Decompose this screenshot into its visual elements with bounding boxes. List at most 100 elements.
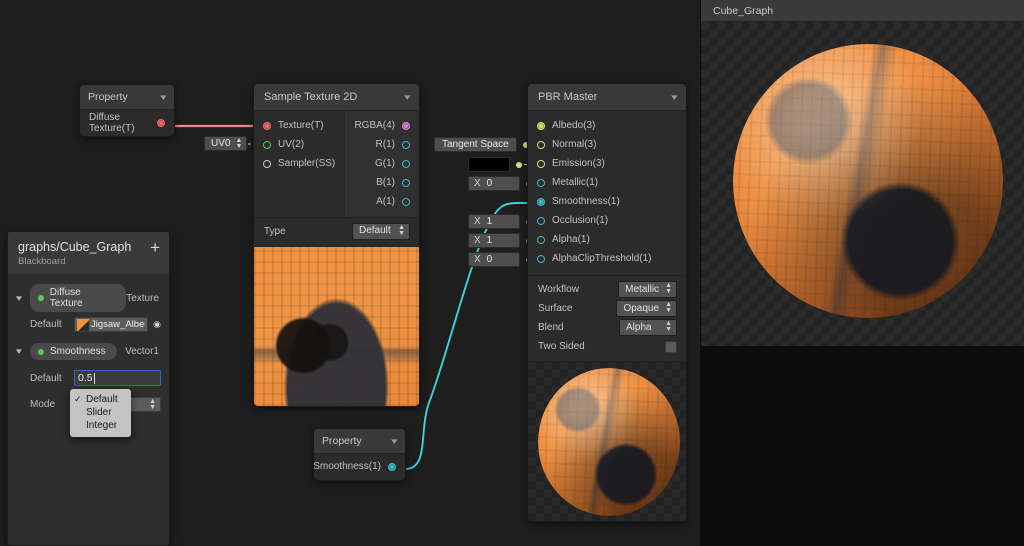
port-row-uv[interactable]: UV(2) [254,135,344,154]
graph-canvas[interactable]: Property ▾ Diffuse Texture(T) UV0 ▲▼ Sam… [0,0,700,546]
port-row-albedo[interactable]: Albedo(3) [528,116,686,135]
port-row-r[interactable]: R(1) [345,135,419,154]
port-dot-alphaclipthreshold[interactable] [537,255,545,263]
port-row-diffuse-texture[interactable]: Diffuse Texture(T) [80,113,174,132]
port-row-alpha[interactable]: Alpha(1) [528,230,686,249]
emission-color-swatch[interactable] [468,157,510,172]
node-header[interactable]: PBR Master ▾ [528,84,686,111]
port-row-metallic[interactable]: Metallic(1) [528,173,686,192]
port-dot-g[interactable] [402,160,410,168]
shader-graph-window: Property ▾ Diffuse Texture(T) UV0 ▲▼ Sam… [0,0,1024,546]
chevron-down-icon[interactable]: ▾ [16,346,32,357]
normal-space-widget[interactable]: Tangent Space [434,137,538,152]
chevron-down-icon[interactable]: ▾ [405,93,411,102]
blackboard-property-diffuse-texture[interactable]: ▾ Diffuse Texture Texture [8,282,169,314]
port-dot-smoothness[interactable] [537,198,545,206]
texture-object-field[interactable]: Jigsaw_Albed [74,317,148,332]
chevron-down-icon[interactable]: ▾ [16,293,32,304]
blackboard-title: graphs/Cube_Graph [18,240,159,254]
node-property-smoothness[interactable]: Property ▾ Smoothness(1) [313,428,406,481]
blackboard-field-diffuse-default[interactable]: Default Jigsaw_Albed ◉ [8,314,169,335]
port-row-normal[interactable]: Normal(3) [528,135,686,154]
port-dot-uv[interactable] [263,141,271,149]
menu-item-default[interactable]: ✓ Default [70,393,131,406]
port-dot-sampler[interactable] [263,160,271,168]
main-preview-panel[interactable]: Cube_Graph [701,0,1024,346]
port-row-b[interactable]: B(1) [345,173,419,192]
port-label: R(1) [376,139,395,150]
chevron-down-icon[interactable]: ▾ [161,93,167,102]
port-row-rgba[interactable]: RGBA(4) [345,116,419,135]
object-picker-icon[interactable]: ◉ [153,319,161,330]
port-label: A(1) [376,196,395,207]
setting-row-surface[interactable]: Surface Opaque ▲▼ [528,299,686,318]
port-dot-occlusion[interactable] [537,217,545,225]
port-row-emission[interactable]: Emission(3) [528,154,686,173]
alphaclip-number-field[interactable]: X 0 [468,252,520,267]
node-header[interactable]: Property ▾ [80,85,174,110]
normal-space-select[interactable]: Tangent Space [434,137,517,152]
port-dot-rgba[interactable] [402,122,410,130]
port-dot-normal[interactable] [537,141,545,149]
smoothness-default-input[interactable]: 0.5 [74,370,161,386]
port-dot-b[interactable] [402,179,410,187]
chevron-down-icon[interactable]: ▾ [392,437,398,446]
type-select[interactable]: Default ▲▼ [352,223,410,240]
chevron-down-icon[interactable]: ▾ [672,93,678,102]
add-property-button[interactable]: + [150,241,160,255]
setting-row-blend[interactable]: Blend Alpha ▲▼ [528,318,686,337]
port-row-g[interactable]: G(1) [345,154,419,173]
alpha-value: 1 [487,235,493,246]
slot-out-dot[interactable] [516,162,522,168]
surface-select[interactable]: Opaque ▲▼ [616,300,677,317]
port-row-smoothness[interactable]: Smoothness(1) [528,192,686,211]
preview-panel-body[interactable] [701,22,1024,346]
port-dot-metallic[interactable] [537,179,545,187]
smoothness-default-value: 0.5 [78,372,93,384]
two-sided-checkbox[interactable] [665,341,677,353]
port-dot-emission[interactable] [537,160,545,168]
port-dot-albedo[interactable] [537,122,545,130]
port-row-alphaclipthreshold[interactable]: AlphaClipThreshold(1) [528,249,686,268]
node-header[interactable]: Sample Texture 2D ▾ [254,84,419,111]
occlusion-number-field[interactable]: X 1 [468,214,520,229]
node-header[interactable]: Property ▾ [314,429,405,454]
node-pbr-master[interactable]: PBR Master ▾ Albedo(3) Normal(3) Emissio… [527,83,687,522]
uv0-select[interactable]: UV0 ▲▼ [204,136,247,151]
setting-row-two-sided[interactable]: Two Sided [528,337,686,356]
node-sample-texture-2d[interactable]: Sample Texture 2D ▾ Texture(T) UV(2) Sa [253,83,420,407]
preview-sphere-large[interactable] [733,44,1003,318]
port-row-occlusion[interactable]: Occlusion(1) [528,211,686,230]
port-row-smoothness[interactable]: Smoothness(1) [314,457,405,476]
property-pill[interactable]: Diffuse Texture [30,284,126,312]
property-pill[interactable]: Smoothness [30,343,117,360]
texture-object-name: Jigsaw_Albed [91,319,145,330]
stepper-arrows-icon[interactable]: ▲▼ [235,138,242,150]
menu-item-integer[interactable]: Integer [70,419,131,432]
blackboard-property-smoothness[interactable]: ▾ Smoothness Vector1 [8,341,169,362]
setting-label: Workflow [538,284,579,295]
port-label: AlphaClipThreshold(1) [552,253,652,264]
port-dot-a[interactable] [402,198,410,206]
input-ports: Albedo(3) Normal(3) Emission(3) Metallic… [528,111,686,275]
workflow-select[interactable]: Metallic ▲▼ [618,281,677,298]
alphaclip-value: 0 [487,254,493,265]
blend-select[interactable]: Alpha ▲▼ [619,319,677,336]
mode-dropdown-menu[interactable]: ✓ Default Slider Integer [70,389,131,437]
port-row-texture[interactable]: Texture(T) [254,116,344,135]
emission-color-widget[interactable] [468,157,531,172]
port-dot-smoothness[interactable] [388,463,396,471]
port-dot-r[interactable] [402,141,410,149]
port-row-a[interactable]: A(1) [345,192,419,211]
port-dot-texture[interactable] [157,119,165,127]
metallic-number-field[interactable]: X 0 [468,176,520,191]
port-row-sampler[interactable]: Sampler(SS) [254,154,344,173]
menu-item-slider[interactable]: Slider [70,406,131,419]
setting-row-workflow[interactable]: Workflow Metallic ▲▼ [528,280,686,299]
node-property-diffuse-texture[interactable]: Property ▾ Diffuse Texture(T) [79,84,175,137]
port-dot-alpha[interactable] [537,236,545,244]
port-dot-texture[interactable] [263,122,271,130]
alpha-number-field[interactable]: X 1 [468,233,520,248]
master-preview [528,361,686,521]
blackboard-field-smoothness-default[interactable]: Default 0.5 [8,367,169,389]
